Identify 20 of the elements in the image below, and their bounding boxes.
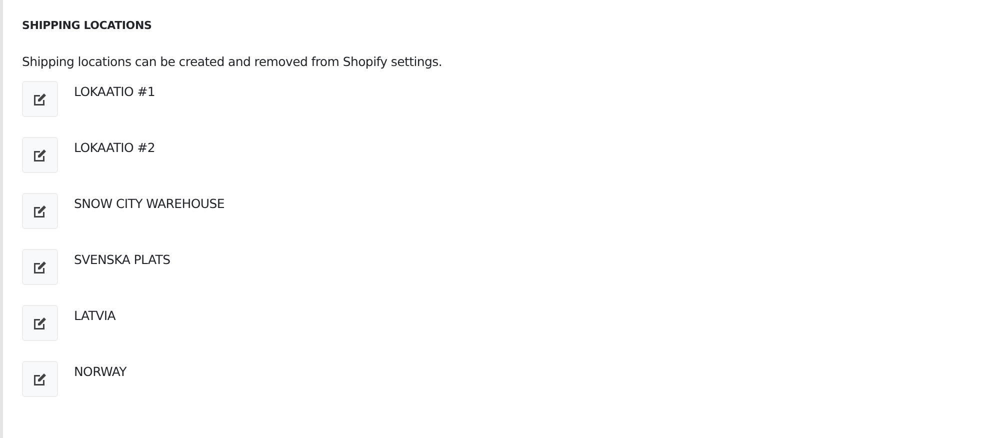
location-name: LATVIA [74,308,116,323]
edit-button[interactable] [22,137,58,173]
edit-button[interactable] [22,361,58,397]
section-heading: SHIPPING LOCATIONS [22,19,153,32]
edit-icon [33,92,47,106]
edit-button[interactable] [22,81,58,117]
location-name: LOKAATIO #1 [74,84,156,99]
description-text: Shipping locations can be created and removed from Shopify settings. [22,54,444,69]
location-name: LOKAATIO #2 [74,140,156,155]
edit-icon [33,372,47,386]
edit-button[interactable] [22,193,58,229]
edit-button[interactable] [22,249,58,285]
location-name: NORWAY [74,364,126,379]
edit-icon [33,204,47,218]
edit-button[interactable] [22,305,58,341]
location-name: SVENSKA PLATS [74,252,170,267]
edit-icon [33,260,47,274]
edit-icon [33,316,47,330]
edit-icon [33,148,47,162]
location-name: SNOW CITY WAREHOUSE [74,196,224,211]
